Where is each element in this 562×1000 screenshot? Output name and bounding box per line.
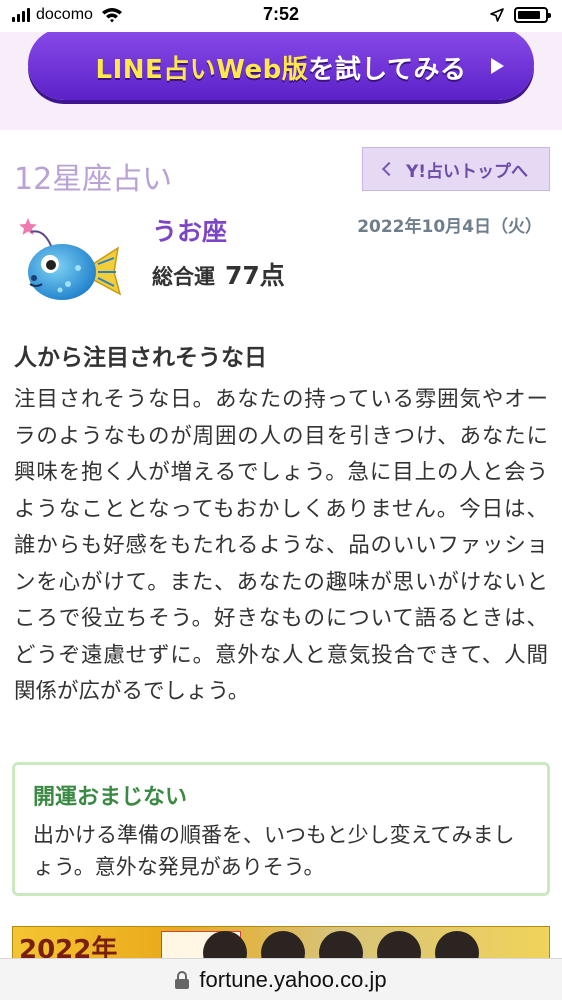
line-web-button-label: LINE占いWeb版を試してみる [96,49,467,86]
play-arrow-icon [491,58,504,74]
line-web-button[interactable]: LINE占いWeb版を試してみる [28,28,534,100]
url-bar[interactable]: fortune.yahoo.co.jp [0,958,562,1000]
battery-icon [514,7,551,23]
charm-text: 出かける準備の順番を、いつもと少し変えてみましょう。意外な発見がありそう。 [33,823,515,879]
top-link-label: Y!占いトップへ [405,161,529,182]
reading-title: 人から注目されそうな日 [14,345,267,371]
pisces-fish-icon [19,218,122,300]
location-icon [490,8,504,22]
url-text: fortune.yahoo.co.jp [199,966,387,992]
status-time: 7:52 [262,4,300,24]
sign-name: うお座 [152,217,228,246]
overall-label: 総合運 [152,265,215,289]
line-web-label-rest: を試してみる [308,54,467,85]
promo-banner: LINE占いWeb版を試してみる [0,28,562,130]
overall-score: 77点 [225,261,285,290]
status-right [490,7,551,23]
battery-level [518,11,541,19]
overall-fortune: 総合運 77点 [152,256,285,292]
chevron-left-icon [381,161,397,177]
page: docomo 7:52 LINE占いWeb版を試してみる 12星座占い Y!占い [0,0,562,1000]
reading-body: 注目されそうな日。あなたの持っている雰囲気やオーラのようなものが周囲の人の目を引… [14,387,548,704]
charm-title: 開運おまじない [33,785,188,810]
line-web-label-highlight: LINE占いWeb版 [95,54,309,85]
yahoo-fortune-top-button[interactable]: Y!占いトップへ [362,147,550,191]
lock-icon [175,970,190,989]
fortune-date: 2022年10月4日（火） [357,217,542,237]
status-bar: docomo 7:52 [0,0,562,32]
page-title: 12星座占い [14,162,173,197]
lucky-charm-box: 開運おまじない 出かける準備の順番を、いつもと少し変えてみましょう。意外な発見が… [12,762,550,896]
